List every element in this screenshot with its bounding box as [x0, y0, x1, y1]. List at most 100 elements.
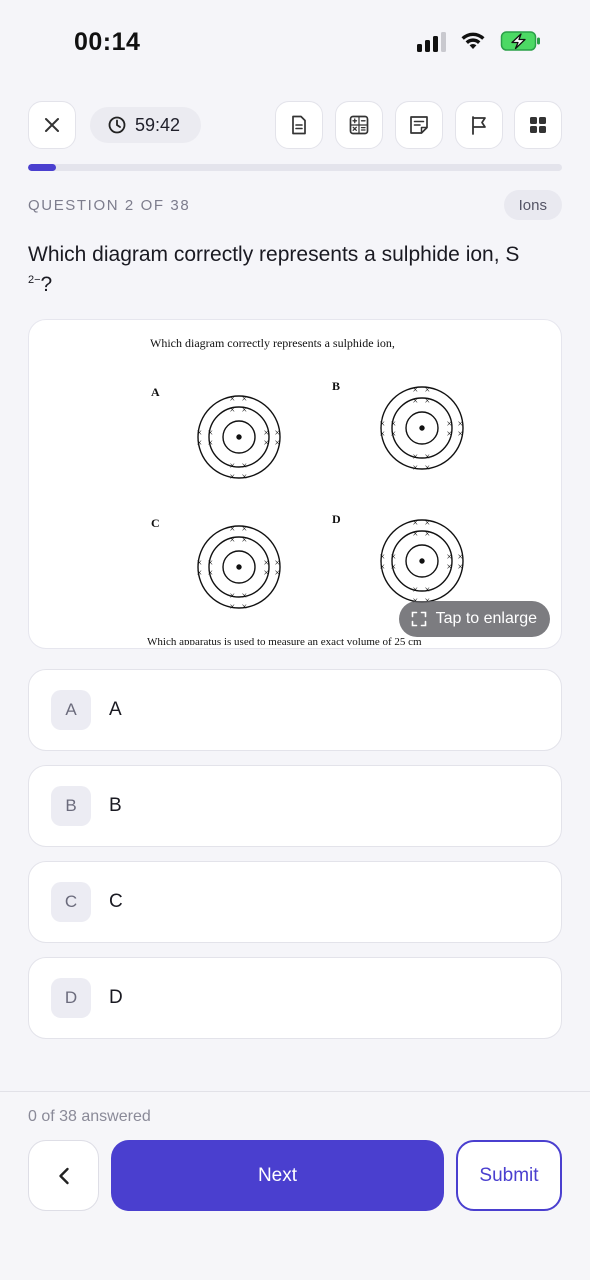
option-text: B — [109, 795, 122, 816]
electron-mark: × — [275, 568, 281, 579]
document-icon — [292, 115, 306, 135]
question-counter: QUESTION 2 OF 38 — [28, 197, 191, 214]
electron-mark: × — [413, 385, 419, 396]
question-text-end: ? — [40, 273, 53, 296]
notes-icon — [410, 116, 428, 134]
answered-count: 0 of 38 answered — [28, 1108, 151, 1125]
electron-mark: × — [413, 452, 419, 463]
calculator-button[interactable] — [335, 101, 383, 149]
battery-charging-icon — [500, 31, 540, 51]
electron-mark: × — [380, 562, 386, 573]
close-icon — [45, 118, 59, 132]
option-letter: C — [51, 882, 91, 922]
status-time: 00:14 — [74, 28, 141, 56]
electron-mark: × — [447, 429, 453, 440]
option-d[interactable]: D D — [28, 957, 562, 1039]
expand-icon — [411, 611, 426, 627]
scan-heading: Which diagram correctly represents a sul… — [150, 336, 395, 350]
calculator-icon — [349, 115, 369, 135]
wifi-icon — [461, 32, 485, 49]
electron-mark: × — [458, 429, 464, 440]
option-c[interactable]: C C — [28, 861, 562, 943]
electron-mark: × — [425, 452, 431, 463]
scan-label-b: B — [332, 379, 340, 393]
electron-mark: × — [264, 438, 270, 449]
bottom-bar: 0 of 38 answered Next Submit — [0, 1091, 590, 1280]
electron-mark: × — [230, 524, 236, 535]
question-text-main: Which diagram correctly represents a sul… — [28, 243, 520, 266]
option-b[interactable]: B B — [28, 765, 562, 847]
option-letter: D — [51, 978, 91, 1018]
topic-badge: Ions — [503, 190, 562, 220]
option-letter: B — [51, 786, 91, 826]
notes-button[interactable] — [395, 101, 443, 149]
progress-fill — [28, 164, 57, 171]
electron-mark: × — [197, 568, 203, 579]
electron-mark: × — [413, 396, 419, 407]
next-button[interactable]: Next — [111, 1140, 444, 1211]
grid-icon — [530, 117, 546, 133]
electron-mark: × — [242, 394, 248, 405]
question-text-superscript: 2− — [28, 274, 41, 286]
electron-mark: × — [425, 463, 431, 474]
progress-bar — [28, 164, 562, 171]
atom-diagram-d: ×××××××××××××××× — [380, 518, 464, 607]
electron-mark: × — [230, 405, 236, 416]
electron-mark: × — [208, 438, 214, 449]
electron-mark: × — [230, 535, 236, 546]
nucleus-dot — [419, 425, 425, 431]
electron-mark: × — [242, 535, 248, 546]
question-image-card[interactable]: Which diagram correctly represents a sul… — [28, 319, 562, 649]
atom-diagram-a: × ×× ×× ×× ××××××××× — [197, 394, 281, 483]
atom-diagram-c: × ×× ×× ×× ××××××××× — [197, 524, 281, 613]
electron-mark: × — [230, 394, 236, 405]
electron-mark: × — [413, 585, 419, 596]
cellular-signal-icon — [417, 30, 446, 52]
atom-diagram-b: × ×× ×× ×× ××××××××× — [380, 385, 464, 474]
electron-mark: × — [391, 429, 397, 440]
submit-button[interactable]: Submit — [456, 1140, 562, 1211]
tap-to-enlarge-button[interactable]: Tap to enlarge — [398, 601, 550, 637]
electron-mark: × — [425, 385, 431, 396]
scan-label-a: A — [151, 385, 160, 399]
question-text: Which diagram correctly represents a sul… — [28, 240, 562, 300]
document-button[interactable] — [275, 101, 323, 149]
electron-mark: × — [413, 529, 419, 540]
electron-mark: × — [413, 518, 419, 529]
status-bar: 00:14 — [0, 0, 590, 90]
electron-mark: × — [391, 562, 397, 573]
timer: 59:42 — [90, 107, 201, 143]
electron-mark: × — [425, 518, 431, 529]
close-button[interactable] — [28, 101, 76, 149]
electron-mark: × — [242, 602, 248, 613]
option-a[interactable]: A A — [28, 669, 562, 751]
option-letter: A — [51, 690, 91, 730]
electron-mark: × — [264, 568, 270, 579]
electron-mark: × — [242, 591, 248, 602]
electron-mark: × — [242, 405, 248, 416]
grid-button[interactable] — [514, 101, 562, 149]
status-icons — [417, 30, 542, 52]
clock-icon — [108, 116, 126, 134]
electron-mark: × — [230, 591, 236, 602]
electron-mark: × — [230, 472, 236, 483]
electron-mark: × — [380, 429, 386, 440]
electron-mark: × — [242, 461, 248, 472]
option-text: A — [109, 699, 122, 720]
electron-mark: × — [425, 585, 431, 596]
option-text: C — [109, 891, 123, 912]
electron-mark: × — [197, 438, 203, 449]
scan-label-d: D — [332, 512, 341, 526]
nucleus-dot — [419, 558, 425, 564]
electron-mark: × — [230, 602, 236, 613]
previous-button[interactable] — [28, 1140, 99, 1211]
flag-button[interactable] — [455, 101, 503, 149]
electron-mark: × — [425, 529, 431, 540]
electron-mark: × — [458, 562, 464, 573]
nucleus-dot — [236, 434, 242, 440]
electron-mark: × — [447, 562, 453, 573]
option-text: D — [109, 987, 123, 1008]
question-diagram-image: Which diagram correctly represents a sul… — [147, 336, 464, 645]
electron-mark: × — [242, 472, 248, 483]
scan-footer: Which apparatus is used to measure an ex… — [147, 636, 422, 645]
